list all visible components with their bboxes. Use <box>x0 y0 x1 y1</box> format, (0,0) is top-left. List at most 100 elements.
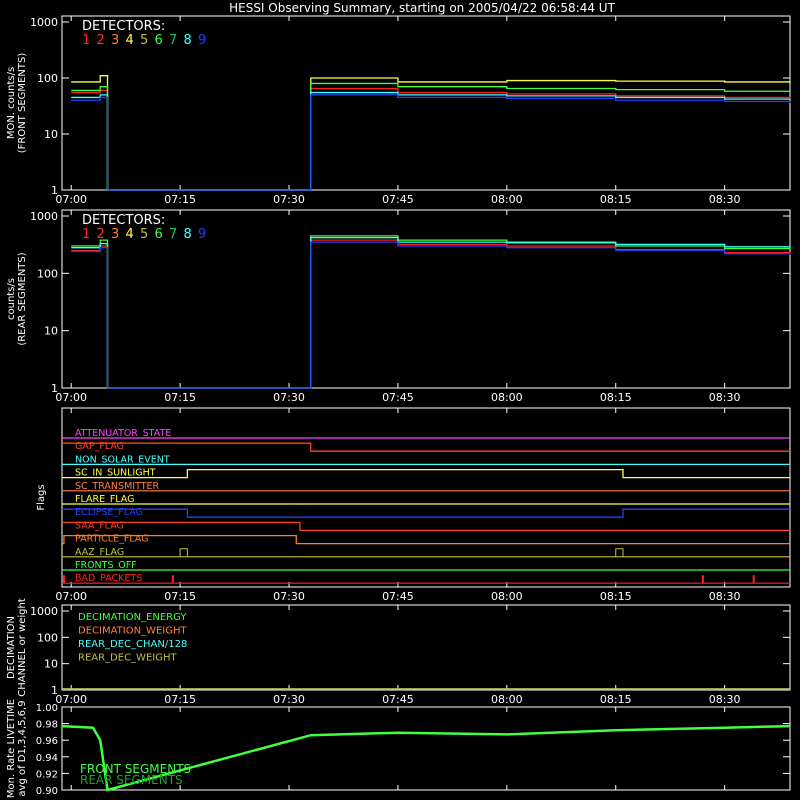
chart-title: HESSI Observing Summary, starting on 200… <box>229 1 615 15</box>
flag-line-3 <box>62 468 790 479</box>
y-tick-label: 100 <box>37 267 58 280</box>
detector-number-7: 7 <box>169 33 177 48</box>
detector-number-5: 5 <box>140 33 148 48</box>
hessi-summary-chart: HESSI Observing Summary, starting on 200… <box>6 1 791 798</box>
flag-line-8 <box>62 534 790 545</box>
decimation-legend-0: DECIMATION_ENERGY <box>78 612 187 623</box>
decimation-ylabel-2: CHANNEL or weight <box>17 598 28 697</box>
rear-series-line-9 <box>71 241 791 389</box>
flags-ylabel: Flags <box>36 484 47 510</box>
flag-line-6 <box>62 508 790 518</box>
front-ylabel-1: MON. counts/s <box>6 67 17 139</box>
x-tick-label: 07:30 <box>273 693 305 706</box>
x-tick-label: 08:15 <box>600 590 632 603</box>
x-tick-label: 07:15 <box>164 693 196 706</box>
detector-number-1: 1 <box>82 33 90 48</box>
decimation-legend-2: REAR_DEC_CHAN/128 <box>78 639 187 650</box>
detector-number-6: 6 <box>155 227 163 242</box>
flag-label-2: NON_SOLAR_EVENT <box>75 454 170 465</box>
x-tick-label: 08:00 <box>491 193 523 206</box>
decimation-legend-3: REAR_DEC_WEIGHT <box>78 653 177 664</box>
detector-number-3: 3 <box>111 33 119 48</box>
rear-series-line-6 <box>71 235 791 389</box>
x-tick-label: 07:15 <box>164 590 196 603</box>
detector-number-2: 2 <box>97 33 105 48</box>
rear-series-line-1 <box>71 239 791 389</box>
flag-label-9: AAZ_FLAG <box>75 547 124 558</box>
y-tick-label: 0.98 <box>36 720 58 731</box>
detector-number-9: 9 <box>198 227 206 242</box>
detector-number-8: 8 <box>184 227 192 242</box>
livetime-legend-1: REAR SEGMENTS <box>80 773 183 787</box>
x-tick-label: 07:00 <box>55 693 87 706</box>
y-tick-label: 1000 <box>30 605 58 618</box>
livetime-ylabel-2: avg of D1,3,4,5,6,9 <box>17 700 28 796</box>
x-tick-label: 07:00 <box>55 391 87 404</box>
x-tick-label: 07:45 <box>382 391 414 404</box>
y-tick-label: 1000 <box>30 210 58 223</box>
y-tick-label: 100 <box>37 72 58 85</box>
y-tick-label: 10 <box>44 325 58 338</box>
front-series-line-8 <box>71 91 791 191</box>
x-tick-label: 08:00 <box>491 391 523 404</box>
detector-number-8: 8 <box>184 33 192 48</box>
y-tick-label: 0.90 <box>36 786 58 797</box>
livetime-ylabel-1: Mon. Rate LIVETIME <box>6 699 17 798</box>
flag-pulse <box>179 548 188 557</box>
x-tick-label: 07:00 <box>55 590 87 603</box>
rear-ylabel-1: counts/s <box>6 278 17 320</box>
x-tick-label: 08:00 <box>491 590 523 603</box>
flag-pulse <box>615 548 624 557</box>
x-tick-label: 07:45 <box>382 590 414 603</box>
detector-number-3: 3 <box>111 227 119 242</box>
x-tick-label: 07:15 <box>164 193 196 206</box>
front-ylabel-2: (FRONT SEGMENTS) <box>17 53 28 154</box>
flag-label-11: BAD_PACKETS <box>75 573 142 584</box>
x-tick-label: 08:15 <box>600 693 632 706</box>
detector-number-6: 6 <box>155 33 163 48</box>
flag-line-1 <box>62 442 790 452</box>
x-tick-label: 08:30 <box>709 693 741 706</box>
x-tick-label: 07:00 <box>55 193 87 206</box>
x-tick-label: 08:15 <box>600 193 632 206</box>
x-tick-label: 08:15 <box>600 391 632 404</box>
detector-number-5: 5 <box>140 227 148 242</box>
x-tick-label: 08:30 <box>709 391 741 404</box>
rear-ylabel-2: (REAR SEGMENTS) <box>17 252 28 345</box>
x-tick-label: 08:00 <box>491 693 523 706</box>
detectors-label: DETECTORS: <box>82 213 165 228</box>
y-tick-label: 0.96 <box>36 736 58 747</box>
detectors-label: DETECTORS: <box>82 19 165 34</box>
y-tick-label: 1 <box>51 382 58 395</box>
y-tick-label: 100 <box>37 631 58 644</box>
decimation-legend-1: DECIMATION_WEIGHT <box>78 626 187 637</box>
y-tick-label: 1.00 <box>36 703 58 714</box>
y-tick-label: 0.94 <box>36 753 58 764</box>
y-tick-label: 10 <box>44 128 58 141</box>
x-tick-label: 07:30 <box>273 590 305 603</box>
rear-series-line-8 <box>71 236 791 389</box>
x-tick-label: 08:30 <box>709 590 741 603</box>
detector-number-7: 7 <box>169 227 177 242</box>
front-series-line-1 <box>71 87 791 191</box>
flag-label-10: FRONTS_OFF <box>75 560 137 571</box>
x-tick-label: 07:30 <box>273 391 305 404</box>
flag-label-5: FLARE_FLAG <box>75 494 135 505</box>
y-tick-label: 1000 <box>30 16 58 29</box>
y-tick-label: 0.92 <box>36 769 58 780</box>
flag-line-7 <box>62 521 790 532</box>
x-tick-label: 08:30 <box>709 193 741 206</box>
x-tick-label: 07:15 <box>164 391 196 404</box>
decimation-ylabel-1: DECIMATION <box>6 616 17 679</box>
y-tick-label: 10 <box>44 658 58 671</box>
y-tick-label: 1 <box>51 684 58 697</box>
x-tick-label: 07:45 <box>382 193 414 206</box>
detector-number-4: 4 <box>126 33 134 48</box>
x-tick-label: 07:45 <box>382 693 414 706</box>
front-series-line-9 <box>71 94 791 191</box>
detector-number-9: 9 <box>198 33 206 48</box>
flag-label-4: SC_TRANSMITTER <box>75 481 160 492</box>
y-tick-label: 1 <box>51 184 58 197</box>
x-tick-label: 07:30 <box>273 193 305 206</box>
front-series-line-6 <box>71 82 791 191</box>
